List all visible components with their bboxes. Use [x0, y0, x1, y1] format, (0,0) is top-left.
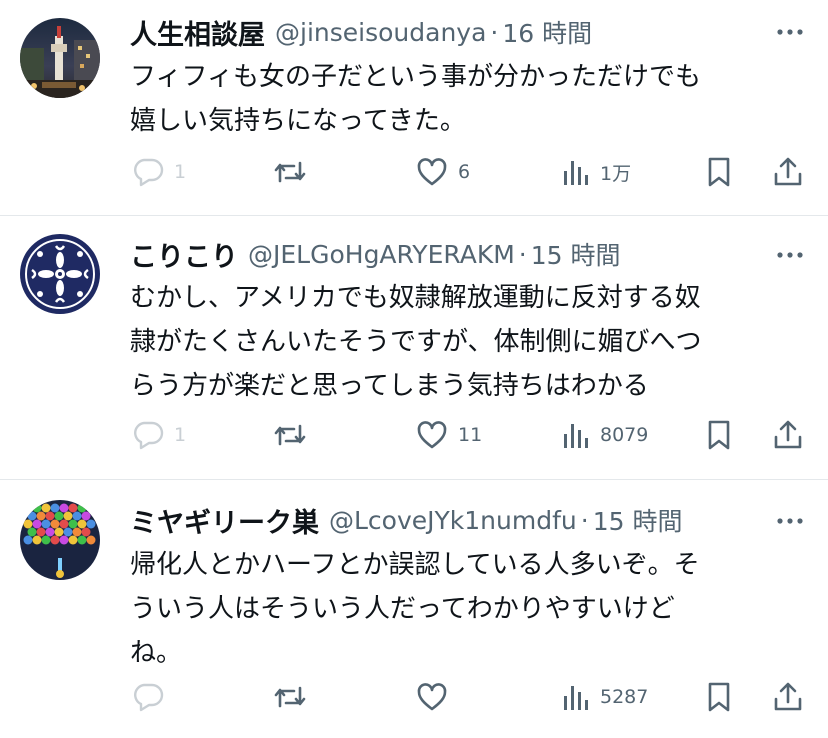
tweet-text-line: ういう人はそういう人だってわかりやすいけど	[130, 594, 675, 624]
bookmark-icon	[704, 681, 734, 713]
repost-icon	[272, 682, 308, 712]
avatar[interactable]	[20, 18, 100, 98]
like-button[interactable]	[416, 677, 458, 717]
tweet-text-line: 嬉しい気持ちになってきた。	[130, 106, 466, 136]
repost-button[interactable]	[272, 152, 318, 192]
views-icon	[562, 420, 590, 450]
views-icon	[562, 157, 590, 187]
views-button[interactable]: 8079	[562, 415, 648, 455]
author-name[interactable]: ミヤギリーク巣	[130, 502, 319, 539]
tweet-text-line: ね。	[130, 638, 183, 668]
tweet-text: むかし、アメリカでも奴隷解放運動に反対する奴 隷がたくさんいたそうですが、体制側…	[130, 276, 810, 408]
view-count: 5287	[600, 686, 649, 708]
share-icon	[772, 681, 804, 713]
tweet-text: フィフィも女の子だという事が分かっただけでも 嬉しい気持ちになってきた。	[130, 55, 810, 143]
tweet-text-line: 隷がたくさんいたそうですが、体制側に媚びへつ	[130, 327, 702, 357]
author-handle[interactable]: @jinseisoudanya	[275, 18, 486, 47]
bookmark-icon	[704, 419, 734, 451]
action-bar: 1 6 1万	[0, 152, 828, 192]
timestamp[interactable]: 15 時間	[593, 502, 683, 538]
bookmark-icon	[704, 156, 734, 188]
views-button[interactable]: 1万	[562, 152, 631, 192]
like-count: 11	[458, 424, 483, 446]
reply-count: 1	[174, 424, 187, 446]
author-name[interactable]: 人生相談屋	[130, 14, 265, 51]
repost-icon	[272, 157, 308, 187]
action-bar: 5287	[0, 677, 828, 717]
bookmark-button[interactable]	[704, 415, 734, 455]
timeline-feed: 人生相談屋 @jinseisoudanya · 16 時間 フィフィも女の子だと…	[0, 0, 828, 738]
tweet-header: ミヤギリーク巣 @LcoveJYk1numdfu · 15 時間	[130, 502, 736, 539]
reply-icon	[132, 157, 164, 187]
tweet-text-line: むかし、アメリカでも奴隷解放運動に反対する奴	[130, 283, 701, 313]
action-bar: 1 11 8079	[0, 415, 828, 455]
views-button[interactable]: 5287	[562, 677, 648, 717]
timestamp[interactable]: 16 時間	[502, 14, 592, 50]
like-count: 6	[458, 161, 471, 183]
like-button[interactable]: 11	[416, 415, 482, 455]
share-button[interactable]	[772, 677, 804, 717]
avatar[interactable]	[20, 500, 100, 580]
tweet-header: 人生相談屋 @jinseisoudanya · 16 時間	[130, 14, 736, 51]
tweet-text-line: らう方が楽だと思ってしまう気持ちはわかる	[130, 371, 649, 401]
reply-button[interactable]: 1	[132, 152, 186, 192]
share-button[interactable]	[772, 415, 804, 455]
tweet-text-line: 帰化人とかハーフとか誤認している人多いぞ。そ	[130, 550, 700, 580]
repost-button[interactable]	[272, 415, 318, 455]
reply-button[interactable]: 1	[132, 415, 186, 455]
bookmark-button[interactable]	[704, 677, 734, 717]
separator: ·	[490, 17, 499, 47]
reply-icon	[132, 420, 164, 450]
reply-count: 1	[174, 161, 187, 183]
like-icon	[416, 682, 448, 712]
author-handle[interactable]: @JELGoHgARYERAKM	[248, 240, 515, 269]
share-icon	[772, 419, 804, 451]
tweet-text-line: フィフィも女の子だという事が分かっただけでも	[130, 62, 701, 92]
tweet[interactable]: 人生相談屋 @jinseisoudanya · 16 時間 フィフィも女の子だと…	[0, 0, 828, 215]
tweet-text: 帰化人とかハーフとか誤認している人多いぞ。そ ういう人はそういう人だってわかりや…	[130, 543, 810, 675]
separator: ·	[518, 239, 527, 269]
share-button[interactable]	[772, 152, 804, 192]
more-icon[interactable]	[772, 240, 808, 270]
views-icon	[562, 682, 590, 712]
view-count: 1万	[600, 162, 632, 185]
like-icon	[416, 157, 448, 187]
separator: ·	[580, 505, 589, 535]
avatar[interactable]	[20, 234, 100, 314]
like-icon	[416, 420, 448, 450]
repost-icon	[272, 420, 308, 450]
timestamp[interactable]: 15 時間	[531, 236, 621, 272]
view-count: 8079	[600, 424, 649, 446]
share-icon	[772, 156, 804, 188]
reply-button[interactable]	[132, 677, 174, 717]
author-handle[interactable]: @LcoveJYk1numdfu	[329, 506, 577, 535]
author-name[interactable]: こりこり	[130, 236, 238, 273]
more-icon[interactable]	[772, 506, 808, 536]
more-icon[interactable]	[772, 17, 808, 47]
reply-icon	[132, 682, 164, 712]
bookmark-button[interactable]	[704, 152, 734, 192]
like-button[interactable]: 6	[416, 152, 470, 192]
repost-button[interactable]	[272, 677, 318, 717]
tweet-header: こりこり @JELGoHgARYERAKM · 15 時間	[130, 236, 736, 273]
